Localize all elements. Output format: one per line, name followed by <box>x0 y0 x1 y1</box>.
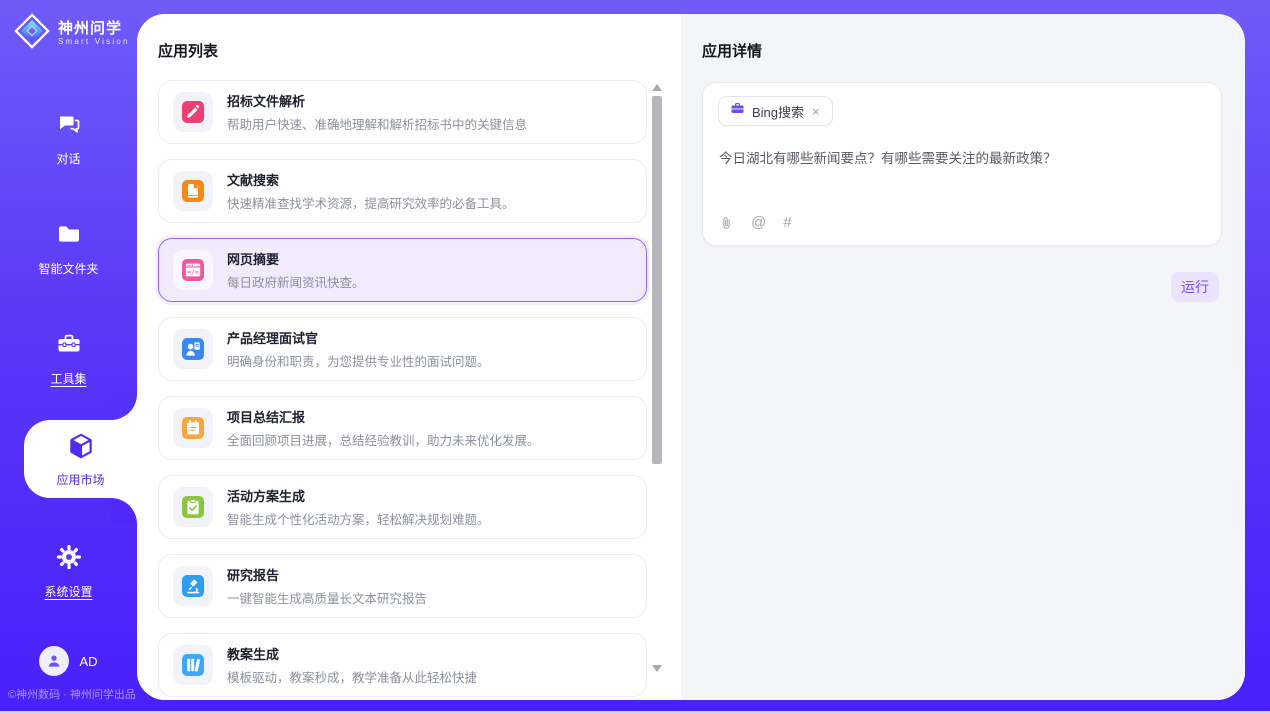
app-detail-panel: 应用详情 Bing搜索 × 今日湖北有哪些新闻要点？有哪些需要关注的最新政策？ … <box>681 14 1245 700</box>
app-card-title: 文献搜索 <box>227 170 515 189</box>
briefcase-icon <box>730 101 745 121</box>
book-icon <box>182 180 204 202</box>
app-card-title: 招标文件解析 <box>227 91 527 110</box>
app-card-title: 项目总结汇报 <box>227 407 540 426</box>
app-card-description: 每日政府新闻资讯快查。 <box>227 272 365 291</box>
sidebar-item-label: 工具集 <box>50 370 86 387</box>
app-list-title: 应用列表 <box>158 40 218 61</box>
app-icon-tile <box>173 92 213 132</box>
app-icon-tile <box>173 645 213 685</box>
app-icon-tile <box>173 171 213 211</box>
app-card-title: 活动方案生成 <box>227 486 490 505</box>
app-card-description: 全面回顾项目进展，总结经验教训，助力未来优化发展。 <box>227 430 540 449</box>
active-notch-top <box>111 394 137 420</box>
mention-icon[interactable]: @ <box>751 214 766 232</box>
app-card-research-report[interactable]: 研究报告一键智能生成高质量长文本研究报告 <box>158 554 647 618</box>
hash-icon[interactable]: # <box>783 214 791 232</box>
interviewer-icon <box>182 338 204 360</box>
user-name: AD <box>79 654 97 669</box>
scroll-down-arrow[interactable] <box>652 665 662 672</box>
content-area: 应用列表 招标文件解析帮助用户快速、准确地理解和解析招标书中的关键信息文献搜索快… <box>137 14 1245 700</box>
app-card-description: 智能生成个性化活动方案，轻松解决规划难题。 <box>227 509 490 528</box>
app-icon-tile: </> <box>173 250 213 290</box>
sidebar-item-label: 应用市场 <box>56 471 104 488</box>
brand-name: 神州问学 <box>58 20 130 37</box>
app-card-lesson-plan[interactable]: 教案生成模板驱动，教案秒成，教学准备从此轻松快捷 <box>158 633 647 697</box>
app-icon-tile <box>173 329 213 369</box>
scrollbar[interactable] <box>651 80 663 680</box>
composer-card: Bing搜索 × 今日湖北有哪些新闻要点？有哪些需要关注的最新政策？ @ # <box>702 82 1222 246</box>
app-icon-tile <box>173 487 213 527</box>
app-list-panel: 应用列表 招标文件解析帮助用户快速、准确地理解和解析招标书中的关键信息文献搜索快… <box>137 14 681 700</box>
brand-logo: 神州问学 Smart Vision <box>13 12 130 55</box>
tool-tag-bing-search[interactable]: Bing搜索 × <box>718 96 833 126</box>
app-card-title: 产品经理面试官 <box>227 328 490 347</box>
books-icon <box>182 654 204 676</box>
app-card-description: 模板驱动，教案秒成，教学准备从此轻松快捷 <box>227 667 477 686</box>
clipboard-check-icon <box>182 496 204 518</box>
brand-diamond-icon <box>13 12 51 55</box>
toolbox-icon <box>55 330 83 363</box>
app-card-description: 快速精准查找学术资源，提高研究效率的必备工具。 <box>227 193 515 212</box>
attachment-icon[interactable] <box>719 214 734 232</box>
tool-tag-label: Bing搜索 <box>752 102 804 121</box>
app-card-title: 网页摘要 <box>227 249 365 268</box>
scroll-up-arrow[interactable] <box>652 84 662 91</box>
folder-icon <box>55 220 83 253</box>
app-icon-tile <box>173 566 213 606</box>
app-icon-tile <box>173 408 213 448</box>
brand-text: 神州问学 Smart Vision <box>58 20 130 47</box>
sidebar-item-label: 智能文件夹 <box>38 260 98 277</box>
app-card-title: 研究报告 <box>227 565 427 584</box>
user-avatar-icon <box>39 646 69 676</box>
sidebar-item-label: 对话 <box>56 150 80 167</box>
copyright-footer: ©神州数码 · 神州问学出品 <box>8 686 136 702</box>
chat-icon <box>55 110 83 143</box>
cube-icon <box>66 431 96 466</box>
browser-code-icon: </> <box>182 259 204 281</box>
active-notch-bottom <box>111 498 137 524</box>
sidebar-item-toolset[interactable]: 工具集 <box>0 330 137 387</box>
brand-subtitle: Smart Vision <box>58 37 130 47</box>
app-card-description: 帮助用户快速、准确地理解和解析招标书中的关键信息 <box>227 114 527 133</box>
microscope-icon <box>182 575 204 597</box>
sidebar-item-settings[interactable]: 系统设置 <box>0 543 137 600</box>
app-card-web-summary[interactable]: </> 网页摘要每日政府新闻资讯快查。 <box>158 238 647 302</box>
notepad-icon <box>182 417 204 439</box>
app-card-description: 明确身份和职责，为您提供专业性的面试问题。 <box>227 351 490 370</box>
user-account[interactable]: AD <box>0 646 137 676</box>
composer-toolbar: @ # <box>719 214 792 232</box>
app-card-title: 教案生成 <box>227 644 477 663</box>
sidebar: 神州问学 Smart Vision 对话智能文件夹工具集应用市场系统设置 AD … <box>0 0 137 714</box>
sidebar-item-chat[interactable]: 对话 <box>0 110 137 167</box>
scrollbar-thumb[interactable] <box>652 96 662 464</box>
sidebar-item-app-market[interactable]: 应用市场 <box>24 420 137 498</box>
app-card-literature-search[interactable]: 文献搜索快速精准查找学术资源，提高研究效率的必备工具。 <box>158 159 647 223</box>
app-card-project-summary[interactable]: 项目总结汇报全面回顾项目进展，总结经验教训，助力未来优化发展。 <box>158 396 647 460</box>
run-button[interactable]: 运行 <box>1171 272 1219 302</box>
close-icon[interactable]: × <box>811 104 821 119</box>
pencil-doc-icon <box>182 101 204 123</box>
gear-icon <box>55 543 83 576</box>
sidebar-item-smart-folder[interactable]: 智能文件夹 <box>0 220 137 277</box>
app-card-description: 一键智能生成高质量长文本研究报告 <box>227 588 427 607</box>
app-card-pm-interviewer[interactable]: 产品经理面试官明确身份和职责，为您提供专业性的面试问题。 <box>158 317 647 381</box>
app-detail-title: 应用详情 <box>702 40 762 61</box>
app-card-bid-parse[interactable]: 招标文件解析帮助用户快速、准确地理解和解析招标书中的关键信息 <box>158 80 647 144</box>
app-card-list: 招标文件解析帮助用户快速、准确地理解和解析招标书中的关键信息文献搜索快速精准查找… <box>158 80 647 697</box>
sidebar-item-label: 系统设置 <box>44 583 92 600</box>
app-card-activity-plan[interactable]: 活动方案生成智能生成个性化活动方案，轻松解决规划难题。 <box>158 475 647 539</box>
query-text[interactable]: 今日湖北有哪些新闻要点？有哪些需要关注的最新政策？ <box>719 149 1205 169</box>
svg-text:</>: </> <box>187 269 198 276</box>
